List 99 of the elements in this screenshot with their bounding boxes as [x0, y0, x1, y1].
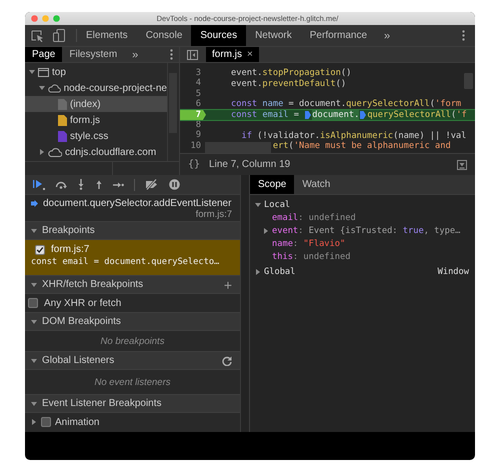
- step-over-button[interactable]: [55, 180, 67, 189]
- checkbox[interactable]: [41, 417, 51, 427]
- line-number: 6: [194, 99, 202, 110]
- section-header[interactable]: DOM Breakpoints: [25, 313, 240, 331]
- section-title: Breakpoints: [42, 225, 95, 236]
- more-tabs-button[interactable]: »: [376, 25, 398, 46]
- pause-on-exceptions-button[interactable]: [169, 179, 180, 190]
- line-number: 3: [194, 68, 202, 78]
- code-text: event.preventDefault(): [230, 78, 346, 89]
- variable-entry[interactable]: event: Event {isTrusted: true, type…: [272, 226, 460, 236]
- breakpoint-item[interactable]: form.js:7 const email = document.querySelecto…: [25, 240, 240, 276]
- code-text: event.stopPropagation(): [230, 68, 352, 78]
- scrollbar[interactable]: [240, 175, 249, 432]
- variable-entry[interactable]: this: undefined: [272, 252, 350, 262]
- frame-icon: [38, 68, 49, 76]
- code-text: const name = document.querySelectorAll('form: [230, 99, 462, 110]
- scrollbar-thumb[interactable]: [205, 142, 271, 153]
- panel-tab[interactable]: Elements: [77, 25, 137, 46]
- coverage-icon[interactable]: [457, 160, 467, 170]
- inspect-icon[interactable]: [31, 30, 44, 42]
- variable-entry[interactable]: name: "Flavio": [272, 238, 346, 249]
- section-header[interactable]: Event Listener Breakpoints: [25, 395, 240, 413]
- section-header[interactable]: XHR/fetch Breakpoints +: [25, 276, 240, 294]
- collapsed-arrow-icon[interactable]: [39, 149, 45, 155]
- tree-item[interactable]: style.css: [25, 128, 167, 144]
- stylesheet-file-icon: [58, 130, 67, 142]
- add-button[interactable]: +: [224, 280, 232, 290]
- current-line-number: 7: [180, 110, 206, 120]
- line-number: 10: [190, 140, 202, 152]
- code-text: if (!validator.isAlphanumeric(name) || !val: [241, 130, 466, 141]
- collapsed-arrow-icon[interactable]: [255, 269, 261, 276]
- breakpoint-location: form.js:7: [51, 244, 90, 255]
- panel-tab[interactable]: Console: [136, 25, 192, 46]
- device-icon[interactable]: [53, 29, 65, 42]
- line-number: 4: [194, 78, 202, 89]
- section-title: DOM Breakpoints: [42, 316, 121, 327]
- step-button[interactable]: [113, 180, 124, 188]
- category-label: Animation: [55, 416, 100, 428]
- step-into-button[interactable]: [77, 179, 85, 190]
- resume-button[interactable]: [33, 179, 45, 190]
- function-name: document.querySelector.addEventListener: [43, 198, 232, 209]
- checkbox-label: Any XHR or fetch: [44, 298, 122, 308]
- file-icon: [58, 98, 67, 110]
- tree-item[interactable]: top: [25, 64, 167, 80]
- expanded-arrow-icon[interactable]: [31, 282, 37, 288]
- section-title: Event Listener Breakpoints: [42, 398, 162, 409]
- expanded-arrow-icon[interactable]: [31, 400, 37, 406]
- expanded-arrow-icon[interactable]: [39, 85, 45, 91]
- sidebar-tab[interactable]: Watch: [294, 175, 338, 194]
- sidebar-tab[interactable]: Scope: [250, 175, 294, 194]
- scrollbar-thumb[interactable]: [464, 73, 473, 89]
- file-tab[interactable]: form.js ×: [206, 47, 259, 62]
- navigator-tab[interactable]: Page: [25, 47, 62, 62]
- tree-item[interactable]: node-course-project-ne: [25, 80, 167, 96]
- scope-name[interactable]: Local: [264, 200, 290, 210]
- section-header[interactable]: Global Listeners: [25, 352, 240, 370]
- format-button[interactable]: {}: [188, 159, 200, 170]
- panel-tab[interactable]: Performance: [300, 25, 376, 46]
- line-number: 9: [194, 130, 202, 141]
- section-title: Global Listeners: [42, 355, 114, 366]
- sidebar-toggle-icon[interactable]: [187, 50, 198, 60]
- close-button[interactable]: [31, 15, 38, 22]
- frame-location: form.js:7: [194, 209, 232, 220]
- expanded-arrow-icon[interactable]: [31, 358, 37, 364]
- variable-entry[interactable]: email: undefined: [272, 213, 356, 224]
- deactivate-breakpoints-button[interactable]: [145, 179, 159, 190]
- cloud-icon: [48, 148, 62, 156]
- expanded-arrow-icon[interactable]: [31, 318, 37, 324]
- tree-item[interactable]: (index): [25, 96, 167, 112]
- refresh-icon[interactable]: [222, 356, 232, 366]
- navigator-tab[interactable]: Filesystem: [62, 47, 124, 62]
- step-out-button[interactable]: [95, 179, 103, 190]
- scope-value: Window: [438, 267, 469, 278]
- panel-tab[interactable]: Network: [246, 25, 301, 46]
- more-tabs-button[interactable]: »: [124, 47, 146, 62]
- cloud-icon: [48, 84, 61, 92]
- code-text: const email = document. querySelectorAll('f: [230, 110, 467, 120]
- expanded-arrow-icon[interactable]: [255, 202, 261, 208]
- cursor-position: Line 7, Column 19: [209, 159, 290, 170]
- tree-item[interactable]: form.js: [25, 112, 167, 128]
- code-text: ert('Name must be alphanumeric and: [272, 140, 451, 151]
- scope-name[interactable]: Global: [264, 267, 296, 278]
- checkbox[interactable]: [35, 244, 45, 254]
- panel-tab[interactable]: Sources: [191, 25, 246, 46]
- more-menu-icon[interactable]: [462, 30, 465, 41]
- expanded-arrow-icon[interactable]: [31, 228, 37, 234]
- collapsed-arrow-icon[interactable]: [263, 228, 269, 234]
- script-file-icon: [58, 114, 67, 126]
- section-title: XHR/fetch Breakpoints: [42, 279, 144, 290]
- close-tab-button[interactable]: ×: [247, 49, 253, 60]
- collapsed-arrow-icon[interactable]: [31, 419, 37, 425]
- section-header[interactable]: Breakpoints: [25, 222, 240, 240]
- scrollbar[interactable]: [167, 63, 179, 161]
- tree-item[interactable]: cdnjs.cloudflare.com: [25, 144, 167, 160]
- breakpoint-code: const email = document.querySelecto…: [31, 257, 220, 267]
- line-number: 5: [194, 88, 202, 100]
- checkbox[interactable]: [28, 298, 38, 308]
- expanded-arrow-icon[interactable]: [29, 69, 35, 75]
- more-menu-icon[interactable]: [170, 49, 173, 60]
